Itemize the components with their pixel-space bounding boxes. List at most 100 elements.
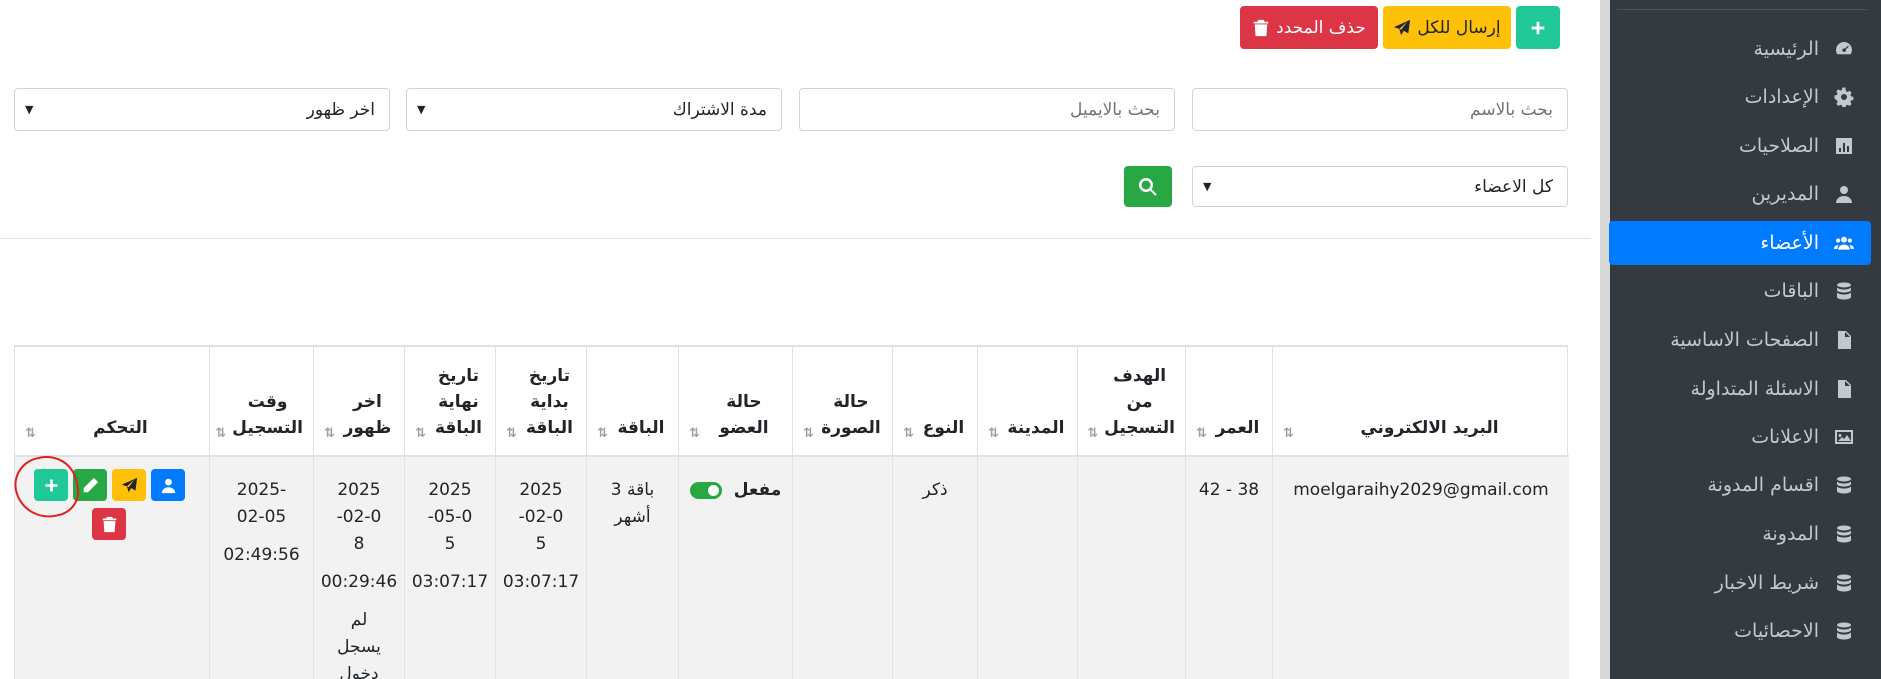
column-header-registered-at[interactable]: وقت التسجيل ⇅ xyxy=(209,347,313,457)
chevron-down-icon: ▼ xyxy=(25,103,34,116)
sort-icon: ⇅ xyxy=(903,426,914,441)
sidebar-item-statistics[interactable]: الاحصائيات xyxy=(1609,609,1871,653)
cell-age: 38 - 42 xyxy=(1185,457,1272,679)
database-icon xyxy=(1831,524,1857,544)
sidebar-item-label: شريط الاخبار xyxy=(1714,572,1819,594)
gear-icon xyxy=(1831,87,1857,107)
sidebar-item-permissions[interactable]: الصلاحيات xyxy=(1609,124,1871,168)
subscription-duration-select[interactable]: مدة الاشتراك ▼ xyxy=(406,88,782,131)
member-status-toggle[interactable] xyxy=(689,481,722,499)
sidebar-item-blog[interactable]: المدونة xyxy=(1609,512,1871,556)
sort-icon: ⇅ xyxy=(988,426,999,441)
cell-gender: ذكر xyxy=(892,457,977,679)
user-icon xyxy=(161,478,175,493)
add-member-button[interactable] xyxy=(1516,6,1560,49)
file-icon xyxy=(1831,379,1857,399)
column-header-city[interactable]: المدينة ⇅ xyxy=(977,347,1077,457)
sidebar-item-blog-categories[interactable]: اقسام المدونة xyxy=(1609,463,1871,507)
sidebar-item-home[interactable]: الرئيسية xyxy=(1609,27,1871,71)
sidebar-item-label: الصفحات الاساسية xyxy=(1670,329,1819,351)
sort-icon: ⇅ xyxy=(1087,426,1099,441)
sort-icon: ⇅ xyxy=(803,426,814,441)
sidebar-item-label: الباقات xyxy=(1763,280,1819,302)
column-header-package-start[interactable]: تاريخ بداية الباقة ⇅ xyxy=(495,347,586,457)
sort-icon: ⇅ xyxy=(1283,426,1294,441)
last-seen-select[interactable]: اخر ظهور ▼ xyxy=(14,88,390,131)
cell-goal xyxy=(1077,457,1185,679)
column-header-package-end[interactable]: تاريخ نهاية الباقة ⇅ xyxy=(404,347,495,457)
search-name-input[interactable]: بحث بالاسم xyxy=(1192,88,1568,131)
delete-button[interactable] xyxy=(92,508,126,540)
column-header-control[interactable]: التحكم ⇅ xyxy=(15,347,209,457)
member-status-label: مفعل xyxy=(733,480,782,500)
sidebar-item-packages[interactable]: الباقات xyxy=(1609,269,1871,313)
column-header-gender[interactable]: النوع ⇅ xyxy=(892,347,977,457)
column-header-member-status[interactable]: حالة العضو ⇅ xyxy=(678,347,792,457)
send-all-label: إرسال للكل xyxy=(1417,17,1501,38)
cell-photo-status xyxy=(792,457,892,679)
sort-icon: ⇅ xyxy=(689,426,700,441)
send-button[interactable] xyxy=(112,469,146,501)
delete-selected-label: حذف المحدد xyxy=(1276,17,1366,38)
subscription-duration-value: مدة الاشتراك xyxy=(672,99,767,120)
sidebar-item-label: الإعدادات xyxy=(1744,86,1819,108)
search-button[interactable] xyxy=(1124,166,1172,207)
sidebar-item-label: المدونة xyxy=(1762,523,1819,545)
table-row: moelgaraihy2029@gmail.com 38 - 42 ذكر مف… xyxy=(15,457,1569,679)
search-email-input[interactable]: بحث بالايميل xyxy=(799,88,1175,131)
column-header-email[interactable]: البريد الالكتروني ⇅ xyxy=(1272,347,1569,457)
trash-icon xyxy=(102,516,116,532)
sort-icon: ⇅ xyxy=(25,426,36,441)
cell-email: moelgaraihy2029@gmail.com xyxy=(1272,457,1569,679)
members-filter-select[interactable]: كل الاعضاء ▼ xyxy=(1192,166,1568,207)
sort-icon: ⇅ xyxy=(506,426,517,441)
last-seen-time: 00:29:46 xyxy=(320,572,398,592)
sidebar-item-label: المديرين xyxy=(1751,183,1819,205)
column-header-goal[interactable]: الهدف من التسجيل ⇅ xyxy=(1077,347,1185,457)
column-header-age[interactable]: العمر ⇅ xyxy=(1185,347,1272,457)
sidebar-item-news-ticker[interactable]: شريط الاخبار xyxy=(1609,561,1871,605)
chevron-down-icon: ▼ xyxy=(417,103,426,116)
column-header-photo-status[interactable]: حالة الصورة ⇅ xyxy=(792,347,892,457)
sidebar-item-label: الرئيسية xyxy=(1753,38,1819,60)
sidebar-item-label: الاعلانات xyxy=(1751,426,1819,448)
sidebar-item-label: اقسام المدونة xyxy=(1707,474,1819,496)
section-divider xyxy=(0,238,1591,239)
sidebar-item-members[interactable]: الأعضاء xyxy=(1609,221,1871,265)
paper-plane-icon xyxy=(1394,19,1411,35)
chart-icon xyxy=(1831,136,1857,156)
cell-registered-at: 2025-02-05 02:49:56 xyxy=(209,457,313,679)
search-icon xyxy=(1139,177,1157,196)
sidebar-item-faq[interactable]: الاسئلة المتداولة xyxy=(1609,367,1871,411)
members-filter-value: كل الاعضاء xyxy=(1474,176,1553,197)
chevron-down-icon: ▼ xyxy=(1203,180,1212,193)
sort-icon: ⇅ xyxy=(597,426,608,441)
users-icon xyxy=(1831,233,1857,253)
send-all-button[interactable]: إرسال للكل xyxy=(1383,6,1511,49)
sort-icon: ⇅ xyxy=(324,426,335,441)
last-seen-date: 2025-02-08 xyxy=(336,480,382,554)
cell-member-status: مفعل xyxy=(678,457,792,679)
package-start-time: 03:07:17 xyxy=(502,572,580,592)
sidebar-item-label: الأعضاء xyxy=(1760,232,1819,254)
user-tie-icon xyxy=(1831,184,1857,204)
last-seen-value: اخر ظهور xyxy=(306,99,375,120)
sidebar-item-ads[interactable]: الاعلانات xyxy=(1609,415,1871,459)
database-icon xyxy=(1831,475,1857,495)
sort-icon: ⇅ xyxy=(1196,426,1207,441)
database-icon xyxy=(1831,621,1857,641)
sidebar-item-basic-pages[interactable]: الصفحات الاساسية xyxy=(1609,318,1871,362)
database-icon xyxy=(1831,281,1857,301)
registered-date: 2025-02-05 xyxy=(236,480,287,527)
profile-button[interactable] xyxy=(151,469,185,501)
sidebar-item-settings[interactable]: الإعدادات xyxy=(1609,75,1871,119)
file-icon xyxy=(1831,330,1857,350)
column-header-package[interactable]: الباقة ⇅ xyxy=(586,347,678,457)
members-table: البريد الالكتروني ⇅ العمر ⇅ الهدف من التسج… xyxy=(14,345,1569,679)
registered-time: 02:49:56 xyxy=(223,545,300,565)
sidebar-item-admins[interactable]: المديرين xyxy=(1609,172,1871,216)
column-header-last-seen[interactable]: اخر ظهور ⇅ xyxy=(313,347,404,457)
delete-selected-button[interactable]: حذف المحدد xyxy=(1240,6,1378,49)
search-email-placeholder: بحث بالايميل xyxy=(1070,99,1160,120)
sidebar-divider xyxy=(1617,9,1867,10)
